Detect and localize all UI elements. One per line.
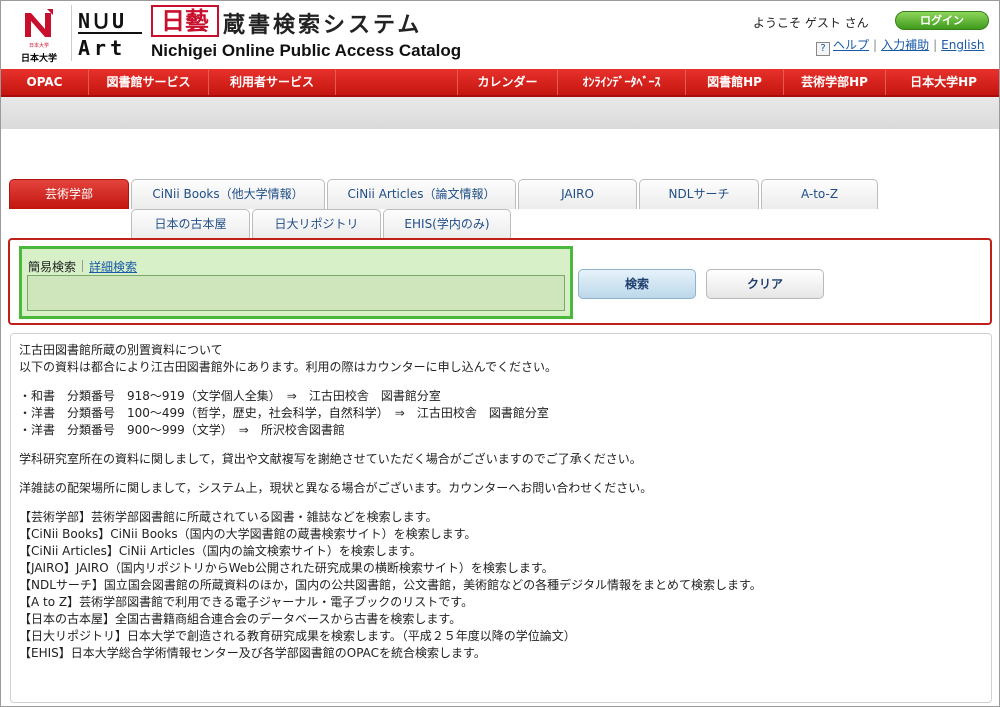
tab-a-to-z[interactable]: A-to-Z [761,179,878,209]
nav-spacer [336,69,458,95]
page-frame: 日本大学 日本大学 NＵU Art 日藝 蔵書検索システム Nichigei O… [0,0,1000,707]
help-separator: | [933,38,938,52]
info-line: 以下の資料は都合により江古田図書館外にあります。利用の際はカウンターに申し込んで… [19,360,557,374]
search-input-area: 簡易検索 詳細検索 [19,246,573,319]
info-line: 【芸術学部】芸術学部図書館に所蔵されている図書・雑誌などを検索します。 [19,510,438,524]
help-separator: | [873,38,878,52]
welcome-text: ようこそ ゲスト さん [753,16,869,30]
nav-item-library-hp[interactable]: 図書館HP [686,69,784,95]
info-line: 【EHIS】日本大学総合学術情報センター及び各学部図書館のOPACを統合検索しま… [19,646,486,660]
info-line: 【NDLサーチ】国立国会図書館の所蔵資料のほか，国内の公共図書館，公文書館，美術… [19,578,762,592]
search-input[interactable] [27,275,565,311]
info-line: ・洋書 分類番号 100～499（哲学，歴史，社会科学，自然科学） ⇒ 江古田校… [19,406,549,420]
login-button[interactable]: ログイン [895,11,989,30]
search-button[interactable]: 検索 [578,269,696,299]
nav-item-online-database[interactable]: ｵﾝﾗｲﾝﾃﾞｰﾀﾍﾞｰｽ [558,69,686,95]
info-panel: 江古田図書館所蔵の別置資料について 以下の資料は都合により江古田図書館外にありま… [10,333,992,703]
help-link[interactable]: ヘルプ [833,38,869,52]
search-mode-links: 簡易検索 詳細検索 [28,258,137,275]
nua-logo-line1: NＵU [78,9,126,33]
tab-cinii-books[interactable]: CiNii Books（他大学情報） [131,179,325,209]
input-help-link[interactable]: 入力補助 [881,38,929,52]
info-line: 【CiNii Articles】CiNii Articles（国内の論文検索サイ… [19,544,422,558]
nua-logo-divider [78,32,142,34]
site-title-en: Nichigei Online Public Access Catalog [151,41,462,60]
search-panel: 簡易検索 詳細検索 検索 クリア [8,238,992,325]
tab-nichidai-repository[interactable]: 日大リポジトリ [252,209,381,239]
clear-button[interactable]: クリア [706,269,824,299]
info-line: 【CiNii Books】CiNii Books（国内の大学図書館の蔵書検索サイ… [19,527,477,541]
nav-item-calendar[interactable]: カレンダー [458,69,558,95]
nihon-university-logo[interactable]: 日本大学 日本大学 [15,7,63,64]
tab-art-faculty[interactable]: 芸術学部 [9,179,129,209]
main-nav: OPAC 図書館サービス 利用者サービス カレンダー ｵﾝﾗｲﾝﾃﾞｰﾀﾍﾞｰｽ… [1,69,999,97]
nihon-university-n-icon [25,9,53,37]
tab-cinii-articles[interactable]: CiNii Articles（論文情報） [327,179,516,209]
search-mode-divider [82,260,84,272]
site-title-jp: 蔵書検索システム [223,12,423,38]
header: 日本大学 日本大学 NＵU Art 日藝 蔵書検索システム Nichigei O… [1,1,999,69]
advanced-search-link[interactable]: 詳細検索 [89,260,137,274]
info-line: 【JAIRO】JAIRO（国内リポジトリからWeb公開された研究成果の横断検索サ… [19,561,554,575]
nav-item-opac[interactable]: OPAC [1,69,89,95]
college-of-art-logo[interactable]: NＵU Art [71,5,143,61]
nav-item-nihon-univ-hp[interactable]: 日本大学HP [886,69,999,95]
info-line: ・和書 分類番号 918～919（文学個人全集） ⇒ 江古田校舎 図書館分室 [19,389,441,403]
logo-university-label: 日本大学 [20,54,57,64]
info-line: ・洋書 分類番号 900～999（文学） ⇒ 所沢校舎図書館 [19,423,345,437]
english-link[interactable]: English [941,38,984,52]
info-line: 【A to Z】芸術学部図書館で利用できる電子ジャーナル・電子ブックのリストです… [19,595,474,609]
nav-item-art-faculty-hp[interactable]: 芸術学部HP [784,69,886,95]
info-line: 【日大リポジトリ】日本大学で創造される教育研究成果を検索します。（平成２５年度以… [19,629,576,643]
tab-jairo[interactable]: JAIRO [518,179,637,209]
nua-logo-line2: Art [78,36,127,60]
tab-ndl-search[interactable]: NDLサーチ [639,179,759,209]
tab-nihon-no-furuhonya[interactable]: 日本の古本屋 [131,209,250,239]
nav-item-library-services[interactable]: 図書館サービス [89,69,209,95]
help-question-icon[interactable]: ? [816,42,830,56]
info-line: 学科研究室所在の資料に関しまして，貸出や文献複写を謝絶させていただく場合がござい… [19,452,642,466]
tab-ehis[interactable]: EHIS(学内のみ) [383,209,511,239]
sub-bar [1,97,999,129]
info-line: 洋雑誌の配架場所に関しまして，システム上，現状と異なる場合がございます。カウンタ… [19,481,653,495]
nav-item-user-services[interactable]: 利用者サービス [209,69,336,95]
info-line: 【日本の古本屋】全国古書籍商組合連合会のデータベースから古書を検索します。 [19,612,462,626]
logo-small-label: 日本大学 [28,43,49,49]
info-line: 江古田図書館所蔵の別置資料について [19,343,223,357]
site-title: 日藝 蔵書検索システム Nichigei Online Public Acces… [151,3,461,67]
help-links: ? ヘルプ | 入力補助 | English [816,36,984,56]
simple-search-label[interactable]: 簡易検索 [28,260,76,274]
nichigei-logo-mark: 日藝 [151,5,219,37]
